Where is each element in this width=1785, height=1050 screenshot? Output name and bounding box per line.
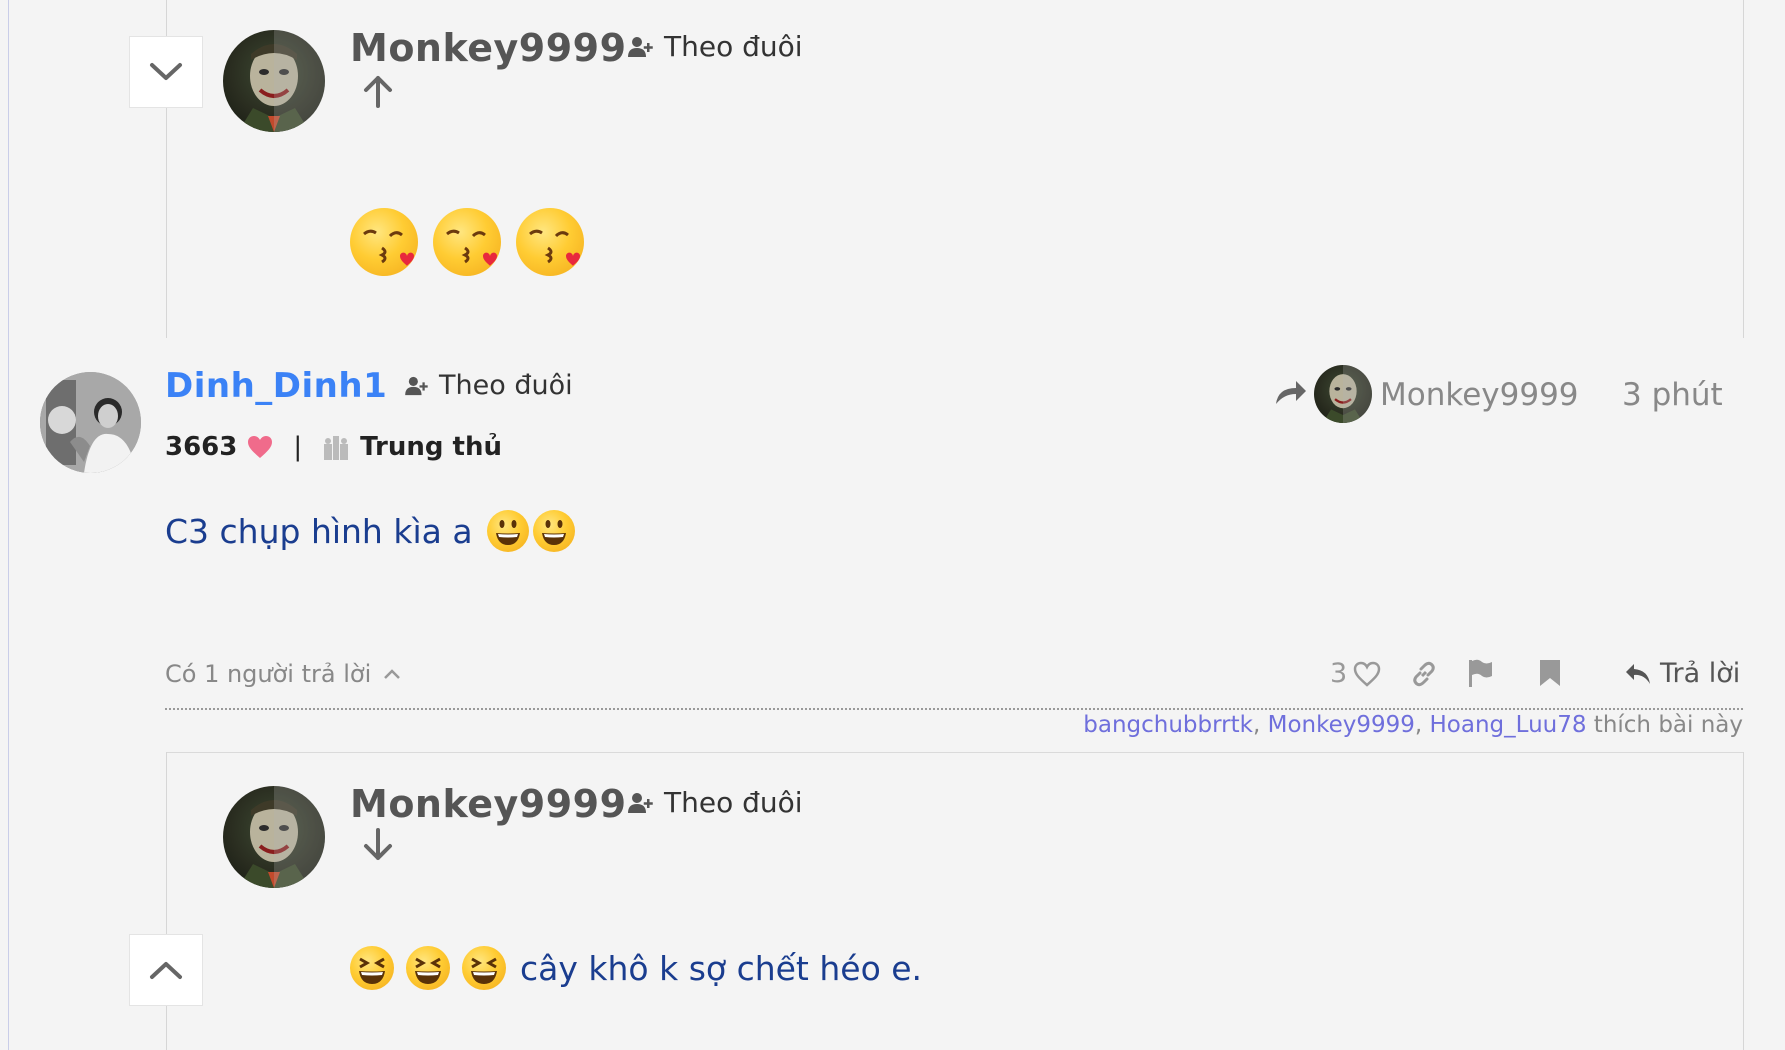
rank-label: Trung thủ [360,432,502,462]
post-content: C3 chụp hình kìa a [165,510,575,552]
parent-post-link[interactable] [362,74,394,112]
joker-avatar-image [238,30,325,132]
collapse-down-button[interactable] [129,36,203,108]
joker-avatar-image [1322,365,1372,423]
kissing-heart-emoji [350,208,418,276]
like-count: 3 [1330,658,1348,689]
laughing-face-emoji [350,946,394,990]
grinning-face-emoji [532,510,575,552]
user-plus-icon [628,36,653,57]
reply-to-avatar[interactable] [1314,365,1372,423]
reply-box-top-border [166,752,1743,753]
reply-button[interactable]: Trả lời [1624,658,1740,689]
bookmark-button[interactable] [1538,658,1562,692]
arrow-up-icon [364,76,392,108]
heart-icon [248,436,273,458]
flag-icon [1469,659,1492,687]
avatar[interactable] [40,372,141,473]
chevron-down-icon [150,63,182,80]
chevron-up-icon [150,962,182,979]
follow-label: Theo đuôi [664,30,803,63]
liker-link[interactable]: bangchubbrrtk [1083,712,1253,738]
user-photo-avatar [40,372,141,473]
chevron-up-icon [384,669,401,679]
liker-link[interactable]: Monkey9999 [1268,712,1415,738]
reply-box-right-border [1743,752,1744,1050]
reply-label: Trả lời [1660,658,1741,689]
likers-suffix: thích bài này [1593,712,1743,738]
like-button[interactable]: 3 [1330,658,1381,689]
divider [165,708,1743,710]
share-arrow-icon [1276,381,1306,404]
joker-avatar-image [238,786,325,888]
avatar[interactable] [223,30,325,132]
reputation-count: 3663 [165,432,238,462]
replies-toggle[interactable]: Có 1 người trả lời [165,660,401,688]
report-button[interactable] [1466,658,1494,692]
likers-list: bangchubbrrtk, Monkey9999, Hoang_Luu78 t… [1083,712,1743,738]
reply-arrow-icon [1626,663,1650,684]
replies-summary: Có 1 người trả lời [165,660,372,688]
follow-button[interactable]: Theo đuôi [628,786,803,819]
follow-label: Theo đuôi [439,370,573,401]
reply-to-indicator[interactable] [1274,378,1308,410]
follow-label: Theo đuôi [664,786,803,819]
heart-outline-icon [1353,661,1381,687]
grinning-face-emoji [486,510,529,552]
reply-content: cây khô k sợ chết héo e. [350,946,922,990]
stats-separator: | [293,432,303,462]
post-text: C3 chụp hình kìa a [165,511,473,551]
arrow-down-icon [364,828,392,860]
user-plus-icon [628,792,653,813]
reply-to-username[interactable]: Monkey9999 [1380,377,1579,413]
kissing-heart-emoji [516,208,584,276]
scroll-up-button[interactable] [129,934,203,1006]
user-stats: 3663 | Trung thủ [165,432,502,462]
bookmark-icon [1540,660,1560,686]
link-icon [1413,661,1435,687]
liker-link[interactable]: Hoang_Luu78 [1430,712,1587,738]
copy-link-button[interactable] [1410,660,1438,692]
follow-button[interactable]: Theo đuôi [405,370,573,401]
username[interactable]: Dinh_Dinh1 [165,366,387,406]
avatar[interactable] [223,786,325,888]
follow-button[interactable]: Theo đuôi [628,30,803,63]
child-post-link[interactable] [362,828,394,866]
top-reply-right-border [1743,0,1744,338]
laughing-face-emoji [462,946,506,990]
post-timestamp[interactable]: 3 phút [1622,377,1723,413]
reply-text: cây khô k sợ chết héo e. [520,948,923,988]
page-left-border [8,0,9,1050]
user-plus-icon [405,376,428,395]
rank-badge-icon [324,436,349,460]
username[interactable]: Monkey9999 [350,782,627,826]
kissing-heart-emoji [433,208,501,276]
username[interactable]: Monkey9999 [350,26,627,70]
laughing-face-emoji [406,946,450,990]
